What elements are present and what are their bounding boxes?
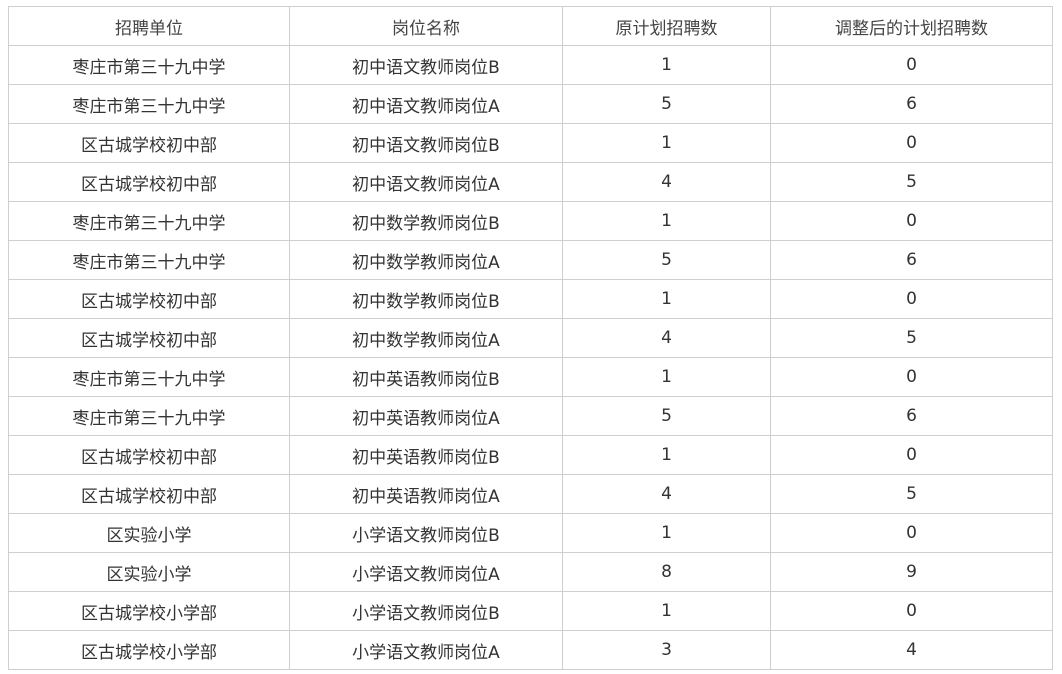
table-row: 区古城学校小学部 小学语文教师岗位B 1 0 <box>8 591 1053 631</box>
cell-unit: 区实验小学 <box>8 513 290 553</box>
cell-original-count: 4 <box>562 474 771 514</box>
cell-position: 初中英语教师岗位A <box>289 396 563 436</box>
cell-unit: 枣庄市第三十九中学 <box>8 45 290 85</box>
table-row: 区古城学校小学部 小学语文教师岗位A 3 4 <box>8 630 1053 670</box>
cell-unit: 区古城学校小学部 <box>8 591 290 631</box>
cell-position: 初中英语教师岗位B <box>289 435 563 475</box>
cell-unit: 枣庄市第三十九中学 <box>8 240 290 280</box>
cell-adjusted-count: 4 <box>770 630 1053 670</box>
cell-original-count: 4 <box>562 318 771 358</box>
cell-original-count: 5 <box>562 84 771 124</box>
cell-original-count: 1 <box>562 45 771 85</box>
cell-position: 初中数学教师岗位A <box>289 240 563 280</box>
cell-original-count: 5 <box>562 396 771 436</box>
cell-position: 小学语文教师岗位B <box>289 591 563 631</box>
table-row: 枣庄市第三十九中学 初中语文教师岗位B 1 0 <box>8 45 1053 85</box>
cell-adjusted-count: 9 <box>770 552 1053 592</box>
recruitment-adjustment-table-container: 招聘单位 岗位名称 原计划招聘数 调整后的计划招聘数 枣庄市第三十九中学 初中语文… <box>8 6 1053 670</box>
cell-original-count: 1 <box>562 279 771 319</box>
cell-unit: 枣庄市第三十九中学 <box>8 201 290 241</box>
cell-position: 小学语文教师岗位A <box>289 552 563 592</box>
cell-position: 初中语文教师岗位B <box>289 123 563 163</box>
table-row: 枣庄市第三十九中学 初中语文教师岗位A 5 6 <box>8 84 1053 124</box>
cell-original-count: 5 <box>562 240 771 280</box>
header-cell-original-count: 原计划招聘数 <box>562 6 771 46</box>
cell-unit: 区古城学校初中部 <box>8 318 290 358</box>
cell-original-count: 3 <box>562 630 771 670</box>
cell-adjusted-count: 6 <box>770 240 1053 280</box>
recruitment-adjustment-table: 招聘单位 岗位名称 原计划招聘数 调整后的计划招聘数 枣庄市第三十九中学 初中语文… <box>8 6 1053 670</box>
cell-position: 初中语文教师岗位A <box>289 84 563 124</box>
cell-original-count: 1 <box>562 591 771 631</box>
cell-original-count: 1 <box>562 513 771 553</box>
table-row: 区古城学校初中部 初中英语教师岗位A 4 5 <box>8 474 1053 514</box>
cell-original-count: 1 <box>562 435 771 475</box>
table-body: 枣庄市第三十九中学 初中语文教师岗位B 1 0 枣庄市第三十九中学 初中语文教师岗位A 5 6… <box>8 45 1053 670</box>
header-row: 招聘单位 岗位名称 原计划招聘数 调整后的计划招聘数 <box>8 6 1053 46</box>
table-row: 区古城学校初中部 初中语文教师岗位B 1 0 <box>8 123 1053 163</box>
cell-unit: 枣庄市第三十九中学 <box>8 84 290 124</box>
cell-unit: 区古城学校初中部 <box>8 162 290 202</box>
cell-unit: 区古城学校初中部 <box>8 435 290 475</box>
cell-adjusted-count: 6 <box>770 84 1053 124</box>
cell-position: 初中语文教师岗位A <box>289 162 563 202</box>
cell-adjusted-count: 0 <box>770 357 1053 397</box>
cell-unit: 枣庄市第三十九中学 <box>8 357 290 397</box>
cell-unit: 区古城学校初中部 <box>8 279 290 319</box>
cell-position: 初中英语教师岗位B <box>289 357 563 397</box>
cell-original-count: 4 <box>562 162 771 202</box>
cell-adjusted-count: 0 <box>770 435 1053 475</box>
cell-unit: 区古城学校初中部 <box>8 474 290 514</box>
table-row: 区实验小学 小学语文教师岗位B 1 0 <box>8 513 1053 553</box>
cell-position: 初中语文教师岗位B <box>289 45 563 85</box>
cell-position: 小学语文教师岗位B <box>289 513 563 553</box>
cell-adjusted-count: 5 <box>770 318 1053 358</box>
table-row: 区古城学校初中部 初中数学教师岗位A 4 5 <box>8 318 1053 358</box>
header-cell-position: 岗位名称 <box>289 6 563 46</box>
cell-adjusted-count: 0 <box>770 201 1053 241</box>
header-cell-unit: 招聘单位 <box>8 6 290 46</box>
cell-unit: 区古城学校初中部 <box>8 123 290 163</box>
table-row: 区古城学校初中部 初中英语教师岗位B 1 0 <box>8 435 1053 475</box>
cell-position: 初中数学教师岗位B <box>289 279 563 319</box>
cell-adjusted-count: 6 <box>770 396 1053 436</box>
cell-unit: 区实验小学 <box>8 552 290 592</box>
cell-original-count: 1 <box>562 123 771 163</box>
cell-adjusted-count: 0 <box>770 279 1053 319</box>
table-header: 招聘单位 岗位名称 原计划招聘数 调整后的计划招聘数 <box>8 6 1053 46</box>
cell-adjusted-count: 0 <box>770 123 1053 163</box>
cell-adjusted-count: 0 <box>770 591 1053 631</box>
table-row: 区古城学校初中部 初中语文教师岗位A 4 5 <box>8 162 1053 202</box>
cell-adjusted-count: 5 <box>770 162 1053 202</box>
cell-adjusted-count: 5 <box>770 474 1053 514</box>
cell-original-count: 1 <box>562 357 771 397</box>
cell-original-count: 8 <box>562 552 771 592</box>
table-row: 枣庄市第三十九中学 初中英语教师岗位A 5 6 <box>8 396 1053 436</box>
cell-position: 初中数学教师岗位A <box>289 318 563 358</box>
cell-position: 初中数学教师岗位B <box>289 201 563 241</box>
cell-unit: 枣庄市第三十九中学 <box>8 396 290 436</box>
cell-adjusted-count: 0 <box>770 45 1053 85</box>
cell-position: 初中英语教师岗位A <box>289 474 563 514</box>
header-cell-adjusted-count: 调整后的计划招聘数 <box>770 6 1053 46</box>
cell-unit: 区古城学校小学部 <box>8 630 290 670</box>
cell-position: 小学语文教师岗位A <box>289 630 563 670</box>
table-row: 枣庄市第三十九中学 初中英语教师岗位B 1 0 <box>8 357 1053 397</box>
table-row: 枣庄市第三十九中学 初中数学教师岗位A 5 6 <box>8 240 1053 280</box>
cell-adjusted-count: 0 <box>770 513 1053 553</box>
table-row: 区古城学校初中部 初中数学教师岗位B 1 0 <box>8 279 1053 319</box>
table-row: 枣庄市第三十九中学 初中数学教师岗位B 1 0 <box>8 201 1053 241</box>
table-row: 区实验小学 小学语文教师岗位A 8 9 <box>8 552 1053 592</box>
cell-original-count: 1 <box>562 201 771 241</box>
